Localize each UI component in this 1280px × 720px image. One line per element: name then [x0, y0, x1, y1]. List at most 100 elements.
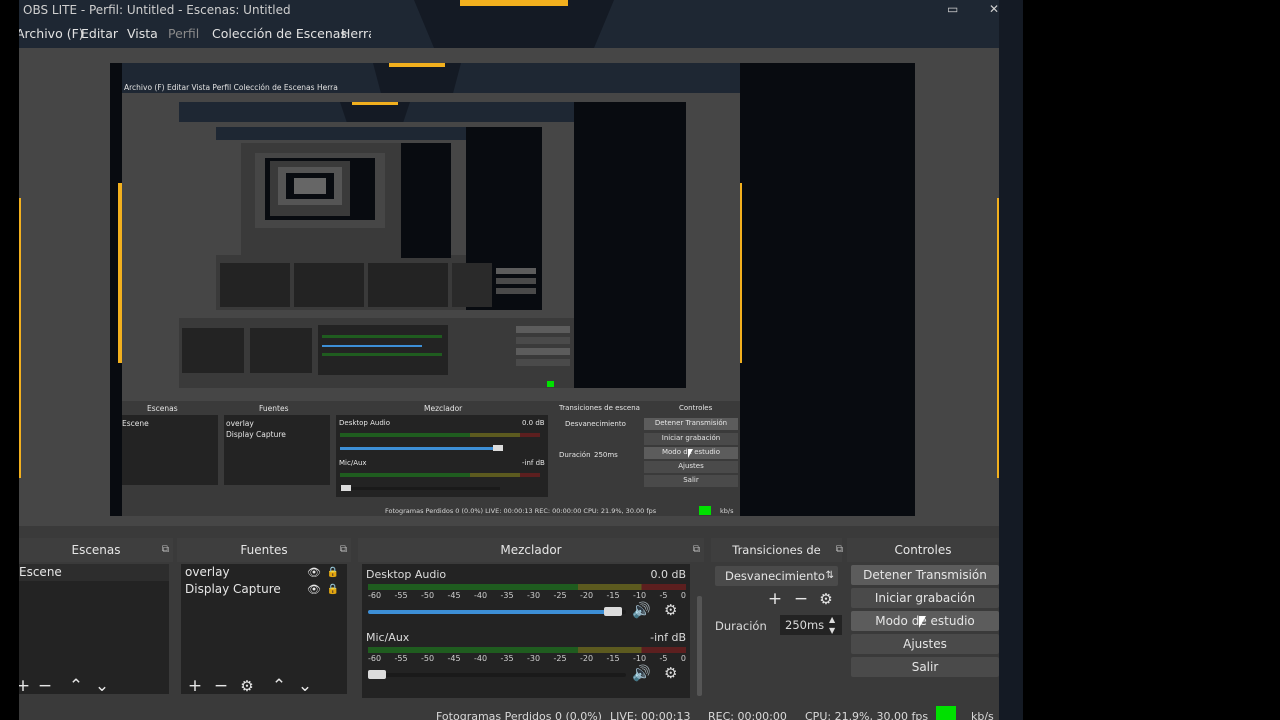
- float-icon[interactable]: ⧉: [836, 538, 843, 562]
- gear-icon[interactable]: ⚙: [664, 664, 677, 682]
- status-bar: Fotogramas Perdidos 0 (0.0%) LIVE: 00:00…: [19, 700, 999, 720]
- dock-area: Escenas ⧉ Escene + − ⌃ ⌄ Fuentes ⧉ overl…: [19, 538, 999, 700]
- volume-slider-handle[interactable]: [368, 670, 386, 679]
- nested-duracion: Duración: [559, 451, 591, 459]
- bitrate: kb/s: [971, 710, 994, 720]
- move-down-icon[interactable]: ⌄: [92, 676, 112, 696]
- exit-button[interactable]: Salir: [851, 657, 999, 677]
- add-transition-icon[interactable]: +: [765, 589, 785, 609]
- nested-control-1: Iniciar grabación: [661, 434, 721, 442]
- nested-kbs: kb/s: [720, 507, 734, 515]
- nested-desktop-audio: Desktop Audio: [339, 419, 390, 427]
- cpu-usage: CPU: 21.9%, 30.00 fps: [805, 710, 929, 720]
- stream-preview[interactable]: Archivo (F) Editar Vista Perfil Colecció…: [110, 63, 915, 516]
- gear-icon[interactable]: ⚙: [664, 601, 677, 619]
- nested-fuentes-title: Fuentes: [259, 404, 289, 413]
- controles-title-text: Controles: [894, 543, 952, 557]
- nested-menu-text: Archivo (F) Editar Vista Perfil Colecció…: [124, 83, 338, 92]
- gear-icon[interactable]: ⚙: [816, 589, 836, 609]
- mouse-cursor-icon: [919, 616, 926, 628]
- preview-area: Archivo (F) Editar Vista Perfil Colecció…: [19, 48, 999, 526]
- menu-archivo[interactable]: Archivo (F): [19, 26, 84, 41]
- channel-db: -inf dB: [650, 631, 686, 644]
- float-icon[interactable]: ⧉: [340, 538, 347, 562]
- volume-meter: [368, 584, 686, 590]
- list-item[interactable]: overlay 👁 🔒: [181, 564, 347, 581]
- remove-scene-icon[interactable]: −: [35, 676, 55, 696]
- lock-icon[interactable]: 🔒: [327, 581, 339, 598]
- nested-duracion-value: 250ms: [594, 451, 618, 459]
- volume-slider[interactable]: [368, 673, 626, 677]
- nested-control-4: Salir: [683, 476, 699, 484]
- move-up-icon[interactable]: ⌃: [269, 676, 289, 696]
- volume-slider-handle[interactable]: [604, 607, 623, 616]
- controles-dock-title: Controles: [847, 538, 999, 562]
- close-icon[interactable]: ✕: [989, 2, 999, 16]
- list-item[interactable]: Escene: [19, 564, 169, 581]
- speaker-icon[interactable]: 🔊: [632, 664, 651, 682]
- dropped-frames: Fotogramas Perdidos 0 (0.0%): [436, 710, 602, 720]
- move-up-icon[interactable]: ⌃: [66, 676, 86, 696]
- move-down-icon[interactable]: ⌄: [295, 676, 315, 696]
- eye-icon[interactable]: 👁: [307, 564, 321, 581]
- nested-desktop-db: 0.0 dB: [522, 419, 545, 427]
- escenas-dock: Escenas ⧉ Escene + − ⌃ ⌄: [19, 538, 173, 700]
- list-item[interactable]: Display Capture 👁 🔒: [181, 581, 347, 598]
- fuentes-title-text: Fuentes: [240, 543, 288, 557]
- volume-slider[interactable]: [368, 610, 626, 614]
- transition-select[interactable]: Desvanecimiento ⇅: [715, 566, 838, 586]
- channel-db: 0.0 dB: [650, 568, 686, 581]
- add-scene-icon[interactable]: +: [19, 676, 33, 696]
- gear-icon[interactable]: ⚙: [237, 676, 257, 696]
- nested-mic: Mic/Aux: [339, 459, 367, 467]
- volume-meter: [368, 647, 686, 653]
- scene-name: Escene: [19, 565, 62, 579]
- meter-ticks: -60 -55 -50 -45 -40 -35 -30 -25 -20 -15 -10 -5 0: [368, 591, 686, 600]
- duration-value: 250ms: [785, 618, 825, 632]
- menu-herramientas[interactable]: Herramientas: [341, 26, 371, 41]
- float-icon[interactable]: ⧉: [162, 538, 169, 562]
- duration-label: Duración: [715, 619, 767, 633]
- rec-time: REC: 00:00:00: [708, 710, 787, 720]
- combo-arrows-icon: ⇅: [825, 570, 834, 581]
- nested-transiciones-title: Transiciones de escena: [559, 404, 640, 412]
- add-source-icon[interactable]: +: [185, 676, 205, 696]
- transition-selected: Desvanecimiento: [725, 569, 825, 583]
- mixer-scrollbar[interactable]: [697, 596, 702, 696]
- remove-source-icon[interactable]: −: [211, 676, 231, 696]
- menu-vista[interactable]: Vista: [127, 26, 158, 41]
- float-icon[interactable]: ⧉: [693, 538, 700, 562]
- transiciones-dock: Transiciones de escena ⧉ Desvanecimiento…: [711, 538, 843, 700]
- nested-escenas-item: Escene: [122, 419, 149, 428]
- overlay-top-frame: [414, 0, 614, 48]
- speaker-icon[interactable]: 🔊: [632, 601, 651, 619]
- source-name: overlay: [185, 565, 230, 579]
- menu-editar[interactable]: Editar: [81, 26, 118, 41]
- escenas-toolbar: + − ⌃ ⌄: [19, 672, 173, 700]
- settings-button[interactable]: Ajustes: [851, 634, 999, 654]
- spin-down-icon[interactable]: ▼: [829, 626, 835, 635]
- stop-streaming-button[interactable]: Detener Transmisión: [851, 565, 999, 585]
- nested-capture: [110, 63, 915, 516]
- menu-coleccion-escenas[interactable]: Colección de Escenas: [212, 26, 347, 41]
- spin-up-icon[interactable]: ▲: [829, 615, 835, 624]
- nested-mic-db: -inf dB: [522, 459, 545, 467]
- channel-name: Desktop Audio: [366, 568, 447, 581]
- lock-icon[interactable]: 🔒: [327, 564, 339, 581]
- nested-fuentes-item-display: Display Capture: [226, 430, 286, 439]
- menu-perfil[interactable]: Perfil: [168, 26, 199, 41]
- start-recording-button[interactable]: Iniciar grabación: [851, 588, 999, 608]
- restore-icon[interactable]: ▭: [947, 2, 958, 16]
- escenas-dock-title: Escenas ⧉: [19, 538, 173, 562]
- mezclador-dock: Mezclador ⧉ Desktop Audio 0.0 dB -60 -55-…: [358, 538, 704, 700]
- escenas-title-text: Escenas: [71, 543, 121, 557]
- desktop-background: [999, 0, 1023, 720]
- nested-mezclador-title: Mezclador: [424, 404, 463, 413]
- eye-icon[interactable]: 👁: [307, 581, 321, 598]
- mezclador-dock-title: Mezclador ⧉: [358, 538, 704, 562]
- nested-escenas-title: Escenas: [147, 404, 178, 413]
- nested-fuentes-item-overlay: overlay: [226, 419, 254, 428]
- nested-transition: Desvanecimiento: [565, 420, 626, 428]
- remove-transition-icon[interactable]: −: [791, 589, 811, 609]
- obs-window: OBS LITE - Perfil: Untitled - Escenas: U…: [19, 0, 999, 720]
